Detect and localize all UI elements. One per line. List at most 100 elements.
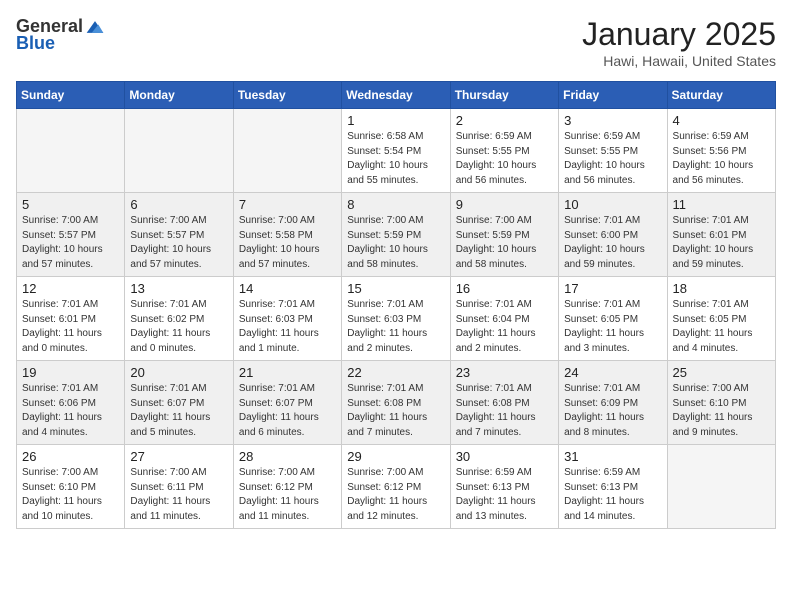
calendar-header-monday: Monday [125,82,233,109]
calendar-day-cell [233,109,341,193]
calendar-day-cell: 6Sunrise: 7:00 AM Sunset: 5:57 PM Daylig… [125,193,233,277]
day-number: 29 [347,449,444,464]
day-info: Sunrise: 7:01 AM Sunset: 6:03 PM Dayligh… [347,298,444,356]
calendar-day-cell: 31 Sunrise: 6:59 AM Sunset: 6:13 PM Dayli… [559,445,667,529]
calendar-day-cell: 18 Sunrise: 7:01 AM Sunset: 6:05 PM Dayli… [667,277,775,361]
calendar-day-cell: 16 Sunrise: 7:01 AM Sunset: 6:04 PM Dayli… [450,277,558,361]
day-info: Sunrise: 7:01 AM Sunset: 6:05 PM Dayligh… [673,298,770,356]
day-info: Sunrise: 6:58 AM Sunset: 5:54 PM Dayligh… [347,130,444,188]
calendar-week-row: 19 Sunrise: 7:01 AM Sunset: 6:06 PM Dayli… [17,361,776,445]
calendar-day-cell: 1 Sunrise: 6:58 AM Sunset: 5:54 PM Daylig… [342,109,450,193]
day-info: Sunrise: 7:00 AM Sunset: 5:59 PM Dayligh… [347,214,444,272]
day-number: 3 [564,113,661,128]
day-info: Sunrise: 7:00 AM Sunset: 6:12 PM Dayligh… [347,466,444,524]
day-info: Sunrise: 7:01 AM Sunset: 6:04 PM Dayligh… [456,298,553,356]
day-number: 24 [564,365,661,380]
day-number: 11 [673,197,770,212]
day-info: Sunrise: 7:01 AM Sunset: 6:08 PM Dayligh… [347,382,444,440]
day-number: 15 [347,281,444,296]
day-info: Sunrise: 6:59 AM Sunset: 5:55 PM Dayligh… [456,130,553,188]
day-info: Sunrise: 7:01 AM Sunset: 6:07 PM Dayligh… [130,382,227,440]
calendar-day-cell: 10 Sunrise: 7:01 AM Sunset: 6:00 PM Dayli… [559,193,667,277]
calendar-header-thursday: Thursday [450,82,558,109]
day-info: Sunrise: 6:59 AM Sunset: 6:13 PM Dayligh… [564,466,661,524]
calendar-week-row: 12 Sunrise: 7:01 AM Sunset: 6:01 PM Dayli… [17,277,776,361]
calendar-day-cell: 13Sunrise: 7:01 AM Sunset: 6:02 PM Dayli… [125,277,233,361]
day-info: Sunrise: 7:00 AM Sunset: 5:59 PM Dayligh… [456,214,553,272]
day-number: 25 [673,365,770,380]
day-number: 23 [456,365,553,380]
logo-blue-text: Blue [16,33,55,54]
day-number: 27 [130,449,227,464]
calendar-day-cell: 2 Sunrise: 6:59 AM Sunset: 5:55 PM Daylig… [450,109,558,193]
day-info: Sunrise: 7:01 AM Sunset: 6:01 PM Dayligh… [673,214,770,272]
calendar-day-cell: 30Sunrise: 6:59 AM Sunset: 6:13 PM Dayli… [450,445,558,529]
calendar-day-cell: 23 Sunrise: 7:01 AM Sunset: 6:08 PM Dayli… [450,361,558,445]
day-number: 7 [239,197,336,212]
day-info: Sunrise: 7:00 AM Sunset: 6:11 PM Dayligh… [130,466,227,524]
day-info: Sunrise: 6:59 AM Sunset: 5:56 PM Dayligh… [673,130,770,188]
day-number: 19 [22,365,119,380]
calendar-header-row: SundayMondayTuesdayWednesdayThursdayFrid… [17,82,776,109]
day-info: Sunrise: 7:00 AM Sunset: 6:10 PM Dayligh… [22,466,119,524]
title-block: January 2025 Hawi, Hawaii, United States [582,16,776,69]
logo: General Blue [16,16,105,54]
calendar-day-cell: 12 Sunrise: 7:01 AM Sunset: 6:01 PM Dayli… [17,277,125,361]
calendar-day-cell: 17Sunrise: 7:01 AM Sunset: 6:05 PM Dayli… [559,277,667,361]
day-number: 16 [456,281,553,296]
day-number: 2 [456,113,553,128]
calendar-day-cell [125,109,233,193]
day-info: Sunrise: 7:00 AM Sunset: 5:58 PM Dayligh… [239,214,336,272]
calendar-day-cell: 29 Sunrise: 7:00 AM Sunset: 6:12 PM Dayli… [342,445,450,529]
calendar-header-wednesday: Wednesday [342,82,450,109]
day-info: Sunrise: 6:59 AM Sunset: 5:55 PM Dayligh… [564,130,661,188]
calendar-day-cell [17,109,125,193]
calendar-day-cell: 25 Sunrise: 7:00 AM Sunset: 6:10 PM Dayli… [667,361,775,445]
day-number: 9 [456,197,553,212]
day-number: 14 [239,281,336,296]
day-number: 12 [22,281,119,296]
calendar-day-cell: 24 Sunrise: 7:01 AM Sunset: 6:09 PM Dayli… [559,361,667,445]
calendar-day-cell: 15 Sunrise: 7:01 AM Sunset: 6:03 PM Dayli… [342,277,450,361]
day-info: Sunrise: 7:01 AM Sunset: 6:00 PM Dayligh… [564,214,661,272]
day-number: 1 [347,113,444,128]
calendar-day-cell: 14Sunrise: 7:01 AM Sunset: 6:03 PM Dayli… [233,277,341,361]
calendar-week-row: 1 Sunrise: 6:58 AM Sunset: 5:54 PM Daylig… [17,109,776,193]
day-number: 13 [130,281,227,296]
day-info: Sunrise: 7:01 AM Sunset: 6:09 PM Dayligh… [564,382,661,440]
calendar-subtitle: Hawi, Hawaii, United States [582,53,776,69]
day-number: 21 [239,365,336,380]
day-info: Sunrise: 7:01 AM Sunset: 6:07 PM Dayligh… [239,382,336,440]
calendar-day-cell: 27 Sunrise: 7:00 AM Sunset: 6:11 PM Dayli… [125,445,233,529]
calendar-day-cell: 22Sunrise: 7:01 AM Sunset: 6:08 PM Dayli… [342,361,450,445]
day-number: 31 [564,449,661,464]
day-number: 10 [564,197,661,212]
calendar-day-cell: 19 Sunrise: 7:01 AM Sunset: 6:06 PM Dayli… [17,361,125,445]
calendar-day-cell: 4 Sunrise: 6:59 AM Sunset: 5:56 PM Daylig… [667,109,775,193]
calendar-header-tuesday: Tuesday [233,82,341,109]
day-info: Sunrise: 7:00 AM Sunset: 6:12 PM Dayligh… [239,466,336,524]
calendar-day-cell: 3 Sunrise: 6:59 AM Sunset: 5:55 PM Daylig… [559,109,667,193]
calendar-day-cell: 28Sunrise: 7:00 AM Sunset: 6:12 PM Dayli… [233,445,341,529]
day-info: Sunrise: 7:01 AM Sunset: 6:08 PM Dayligh… [456,382,553,440]
calendar-title: January 2025 [582,16,776,53]
day-number: 20 [130,365,227,380]
calendar-day-cell: 26 Sunrise: 7:00 AM Sunset: 6:10 PM Dayli… [17,445,125,529]
logo-icon [85,17,105,37]
day-number: 4 [673,113,770,128]
day-info: Sunrise: 7:01 AM Sunset: 6:05 PM Dayligh… [564,298,661,356]
day-info: Sunrise: 7:00 AM Sunset: 5:57 PM Dayligh… [22,214,119,272]
calendar-day-cell: 21 Sunrise: 7:01 AM Sunset: 6:07 PM Dayli… [233,361,341,445]
day-number: 5 [22,197,119,212]
day-info: Sunrise: 7:01 AM Sunset: 6:01 PM Dayligh… [22,298,119,356]
day-number: 26 [22,449,119,464]
calendar-day-cell: 9 Sunrise: 7:00 AM Sunset: 5:59 PM Daylig… [450,193,558,277]
day-number: 18 [673,281,770,296]
page-header: General Blue January 2025 Hawi, Hawaii, … [16,16,776,69]
calendar-week-row: 26 Sunrise: 7:00 AM Sunset: 6:10 PM Dayli… [17,445,776,529]
day-info: Sunrise: 7:01 AM Sunset: 6:06 PM Dayligh… [22,382,119,440]
day-info: Sunrise: 7:00 AM Sunset: 6:10 PM Dayligh… [673,382,770,440]
calendar-header-sunday: Sunday [17,82,125,109]
calendar-week-row: 5 Sunrise: 7:00 AM Sunset: 5:57 PM Daylig… [17,193,776,277]
calendar-header-friday: Friday [559,82,667,109]
